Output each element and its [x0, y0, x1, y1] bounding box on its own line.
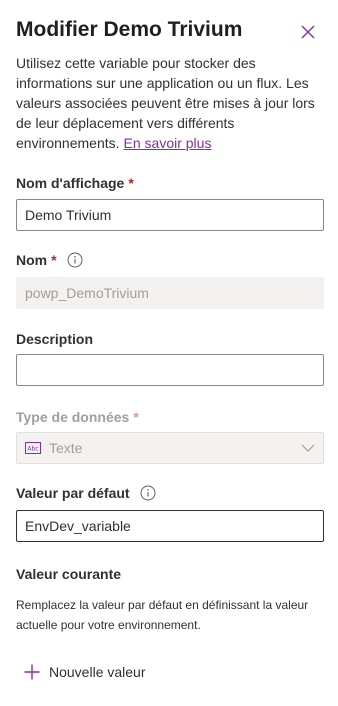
info-icon [140, 485, 156, 501]
current-value-heading: Valeur courante [16, 566, 122, 582]
description-input[interactable] [16, 354, 324, 386]
data-type-label: Type de données * [16, 409, 139, 425]
name-value: powp_DemoTrivium [25, 285, 149, 301]
description-label-text: Description [16, 331, 94, 347]
display-name-label-text: Nom d'affichage [16, 175, 125, 191]
name-info-button[interactable] [67, 252, 83, 268]
plus-icon [24, 664, 40, 680]
panel-description: Utilisez cette variable pour stocker des… [16, 53, 324, 153]
close-button[interactable] [298, 22, 318, 42]
new-value-button[interactable]: Nouvelle valeur [24, 664, 146, 680]
new-value-label: Nouvelle valeur [49, 664, 146, 680]
default-value-info-button[interactable] [140, 485, 156, 501]
display-name-label: Nom d'affichage * [16, 175, 134, 191]
description-label: Description [16, 331, 93, 347]
default-value-label: Valeur par défaut [16, 485, 156, 501]
default-value-value: EnvDev_variable [25, 518, 131, 534]
required-marker: * [51, 252, 57, 268]
data-type-label-text: Type de données [16, 409, 130, 425]
edit-variable-panel: Modifier Demo Trivium Utilisez cette var… [0, 0, 338, 706]
display-name-value: Demo Trivium [25, 207, 112, 223]
required-marker: * [128, 175, 134, 191]
display-name-input[interactable]: Demo Trivium [16, 199, 324, 231]
default-value-input[interactable]: EnvDev_variable [16, 510, 324, 542]
text-type-icon: Abc [25, 442, 41, 454]
info-icon [67, 252, 83, 268]
chevron-down-icon [301, 444, 315, 452]
current-value-helper: Remplacez la valeur par défaut en défini… [16, 598, 309, 632]
default-value-label-text: Valeur par défaut [16, 485, 130, 501]
close-icon [301, 25, 315, 39]
required-marker: * [133, 409, 139, 425]
svg-text:Abc: Abc [27, 446, 38, 453]
name-label: Nom * [16, 252, 83, 268]
data-type-dropdown: Abc Texte [16, 432, 324, 464]
name-label-text: Nom [16, 252, 48, 268]
panel-title: Modifier Demo Trivium [16, 18, 243, 41]
name-input: powp_DemoTrivium [16, 277, 324, 309]
data-type-value: Texte [49, 440, 83, 456]
learn-more-link[interactable]: En savoir plus [124, 135, 212, 151]
